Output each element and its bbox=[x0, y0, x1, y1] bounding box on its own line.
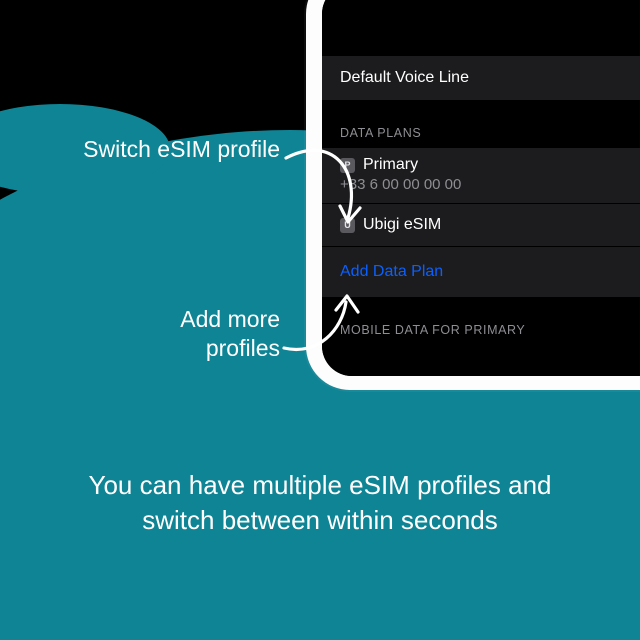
callout-switch-profile: Switch eSIM profile bbox=[60, 135, 280, 164]
callout-switch-profile-text: Switch eSIM profile bbox=[83, 136, 280, 162]
add-data-plan-label: Add Data Plan bbox=[340, 263, 443, 281]
marketing-caption: You can have multiple eSIM profiles and … bbox=[0, 468, 640, 538]
marketing-caption-text: You can have multiple eSIM profiles and … bbox=[89, 470, 552, 535]
default-voice-line-row[interactable]: Default Voice Line bbox=[322, 56, 640, 100]
callout-add-more-profiles-text: Add more profiles bbox=[180, 306, 280, 361]
arrow-icon bbox=[282, 140, 392, 245]
callout-add-more-profiles: Add more profiles bbox=[110, 305, 280, 363]
data-plans-header-label: DATA PLANS bbox=[340, 126, 421, 140]
arrow-icon bbox=[280, 290, 390, 360]
default-voice-line-label: Default Voice Line bbox=[340, 69, 469, 87]
